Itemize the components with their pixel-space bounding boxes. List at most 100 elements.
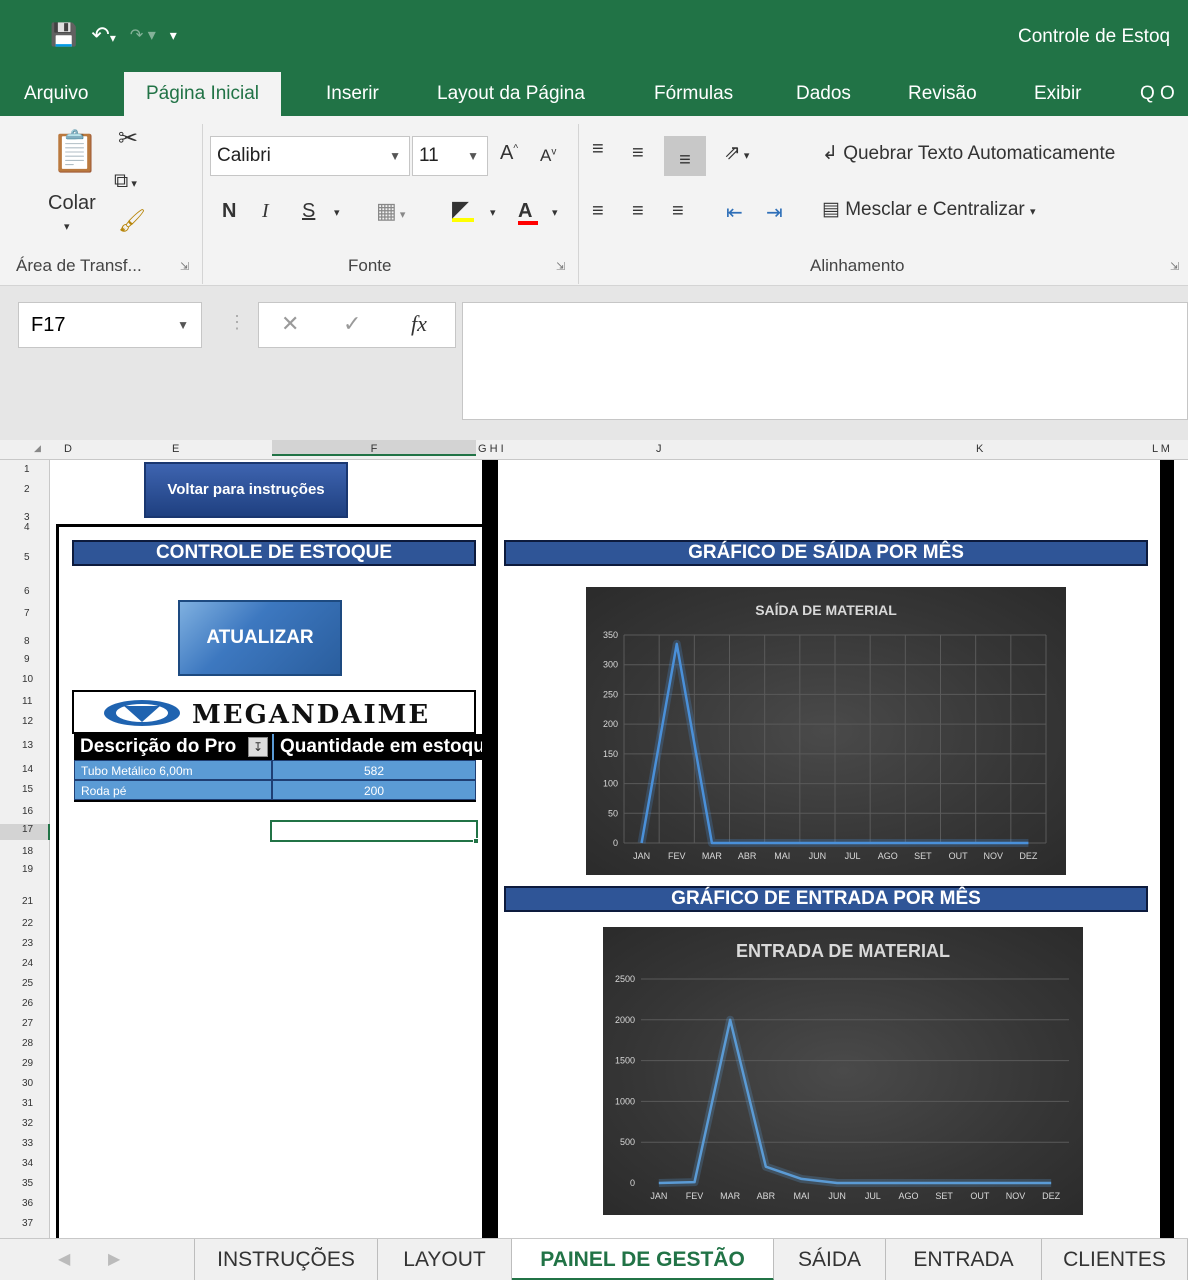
- column-header[interactable]: J: [656, 443, 662, 455]
- insert-function-icon[interactable]: fx: [411, 311, 427, 337]
- underline-button[interactable]: S: [302, 200, 315, 223]
- row-header[interactable]: 6: [24, 586, 30, 597]
- row-header[interactable]: 7: [24, 608, 30, 619]
- row-header[interactable]: 22: [22, 918, 33, 929]
- tab-view[interactable]: Exibir: [1034, 72, 1082, 116]
- increase-indent-icon[interactable]: ⇥: [766, 200, 783, 225]
- clipboard-launcher-icon[interactable]: ⇲: [180, 260, 189, 273]
- row-header[interactable]: 31: [22, 1098, 33, 1109]
- cut-icon[interactable]: ✂: [118, 124, 138, 153]
- row-header[interactable]: 36: [22, 1198, 33, 1209]
- decrease-font-icon[interactable]: Av: [540, 146, 556, 166]
- row-header[interactable]: 9: [24, 654, 30, 665]
- save-icon[interactable]: 💾: [50, 22, 77, 48]
- exit-material-chart[interactable]: SAÍDA DE MATERIAL 0 50 100 150 200 250 300 350 JA…: [586, 587, 1066, 875]
- selected-cell[interactable]: [270, 820, 478, 842]
- font-size-combo[interactable]: 11 ▼: [412, 136, 488, 176]
- row-header[interactable]: 33: [22, 1138, 33, 1149]
- alignment-launcher-icon[interactable]: ⇲: [1170, 260, 1179, 273]
- row-header[interactable]: 10: [22, 674, 33, 685]
- enter-icon[interactable]: ✓: [343, 311, 361, 337]
- bold-button[interactable]: N: [222, 200, 236, 223]
- scroll-left-icon[interactable]: ◀: [58, 1249, 70, 1269]
- sheet-tab-exit[interactable]: SÁIDA: [774, 1239, 886, 1280]
- row-header[interactable]: 25: [22, 978, 33, 989]
- tab-home[interactable]: Página Inicial: [124, 72, 282, 116]
- row-header[interactable]: 24: [22, 958, 33, 969]
- formula-input[interactable]: [462, 302, 1188, 420]
- name-box[interactable]: F17 ▼: [18, 302, 202, 348]
- row-header[interactable]: 19: [22, 864, 33, 875]
- row-header[interactable]: 34: [22, 1158, 33, 1169]
- align-center-icon[interactable]: ≡: [632, 200, 644, 223]
- tab-review[interactable]: Revisão: [908, 72, 977, 116]
- row-header[interactable]: 23: [22, 938, 33, 949]
- borders-icon[interactable]: ▦ ▾: [376, 198, 405, 224]
- column-header-selected[interactable]: F: [272, 440, 476, 456]
- column-header[interactable]: G H I: [478, 443, 504, 455]
- select-all-icon[interactable]: ◢: [34, 443, 41, 454]
- row-header[interactable]: 29: [22, 1058, 33, 1069]
- fill-dropdown-icon[interactable]: ▾: [490, 206, 496, 219]
- row-header[interactable]: 15: [22, 784, 33, 795]
- redo-icon[interactable]: ↷ ▾: [130, 25, 156, 45]
- table-cell-quantity[interactable]: 200: [272, 780, 476, 800]
- underline-dropdown-icon[interactable]: ▾: [334, 206, 340, 219]
- tab-data[interactable]: Dados: [796, 72, 851, 116]
- align-bottom-icon[interactable]: ≡: [664, 136, 706, 176]
- row-header-selected[interactable]: 17: [0, 824, 50, 840]
- table-cell-description[interactable]: Roda pé: [74, 780, 272, 800]
- align-top-icon[interactable]: ≡: [592, 138, 604, 161]
- row-header[interactable]: 35: [22, 1178, 33, 1189]
- row-header[interactable]: 26: [22, 998, 33, 1009]
- sheet-tab-entry[interactable]: ENTRADA: [886, 1239, 1042, 1280]
- row-header[interactable]: 28: [22, 1038, 33, 1049]
- sheet-tab-instructions[interactable]: INSTRUÇÕES: [194, 1239, 378, 1280]
- row-header[interactable]: 32: [22, 1118, 33, 1129]
- font-color-dropdown-icon[interactable]: ▾: [552, 206, 558, 219]
- column-header[interactable]: D: [64, 443, 72, 455]
- update-button[interactable]: ATUALIZAR: [178, 600, 342, 676]
- fill-handle[interactable]: [473, 838, 479, 844]
- tab-file[interactable]: Arquivo: [24, 72, 88, 116]
- row-header[interactable]: 11: [22, 696, 32, 707]
- increase-font-icon[interactable]: A^: [500, 142, 518, 165]
- back-to-instructions-button[interactable]: Voltar para instruções: [144, 462, 348, 518]
- filter-sort-icon[interactable]: ↧: [248, 737, 268, 757]
- row-header[interactable]: 1: [24, 464, 30, 475]
- column-header[interactable]: E: [172, 443, 179, 455]
- entry-material-chart[interactable]: ENTRADA DE MATERIAL 0 500 1000 1500 2000 2500 J…: [603, 927, 1083, 1215]
- wrap-text-button[interactable]: ↲ Quebrar Texto Automaticamente: [822, 142, 1115, 165]
- merge-center-button[interactable]: ▤ Mesclar e Centralizar ▾: [822, 198, 1036, 221]
- scroll-right-icon[interactable]: ▶: [108, 1249, 120, 1269]
- orientation-icon[interactable]: ⇗ ▾: [724, 140, 749, 165]
- paste-button[interactable]: Colar: [48, 192, 96, 215]
- row-header[interactable]: 8: [24, 636, 30, 647]
- table-cell-description[interactable]: Tubo Metálico 6,00m: [74, 760, 272, 780]
- sheet-tab-clients[interactable]: CLIENTES: [1042, 1239, 1188, 1280]
- tab-formulas[interactable]: Fórmulas: [654, 72, 733, 116]
- tab-insert[interactable]: Inserir: [326, 72, 379, 116]
- sheet-tab-management-panel[interactable]: PAINEL DE GESTÃO: [512, 1239, 774, 1280]
- font-name-combo[interactable]: Calibri ▼: [210, 136, 410, 176]
- row-header[interactable]: 37: [22, 1218, 33, 1229]
- row-header[interactable]: 14: [22, 764, 33, 775]
- italic-button[interactable]: I: [262, 200, 269, 223]
- align-middle-icon[interactable]: ≡: [632, 142, 644, 165]
- paste-dropdown-icon[interactable]: ▾: [64, 220, 70, 233]
- row-header[interactable]: 18: [22, 846, 33, 857]
- tab-page-layout[interactable]: Layout da Página: [437, 72, 585, 116]
- font-launcher-icon[interactable]: ⇲: [556, 260, 565, 273]
- column-header[interactable]: L M: [1152, 443, 1170, 455]
- fill-color-icon[interactable]: ◤: [452, 196, 474, 222]
- row-header[interactable]: 21: [22, 896, 33, 907]
- row-header[interactable]: 4: [24, 522, 30, 533]
- row-header[interactable]: 13: [22, 740, 33, 751]
- cancel-icon[interactable]: ✕: [281, 311, 299, 337]
- undo-icon[interactable]: ↶▾: [91, 22, 115, 48]
- row-header[interactable]: 2: [24, 484, 30, 495]
- row-header[interactable]: 30: [22, 1078, 33, 1089]
- customize-toolbar-icon[interactable]: ▾: [170, 27, 177, 44]
- decrease-indent-icon[interactable]: ⇤: [726, 200, 743, 225]
- column-header[interactable]: K: [976, 443, 983, 455]
